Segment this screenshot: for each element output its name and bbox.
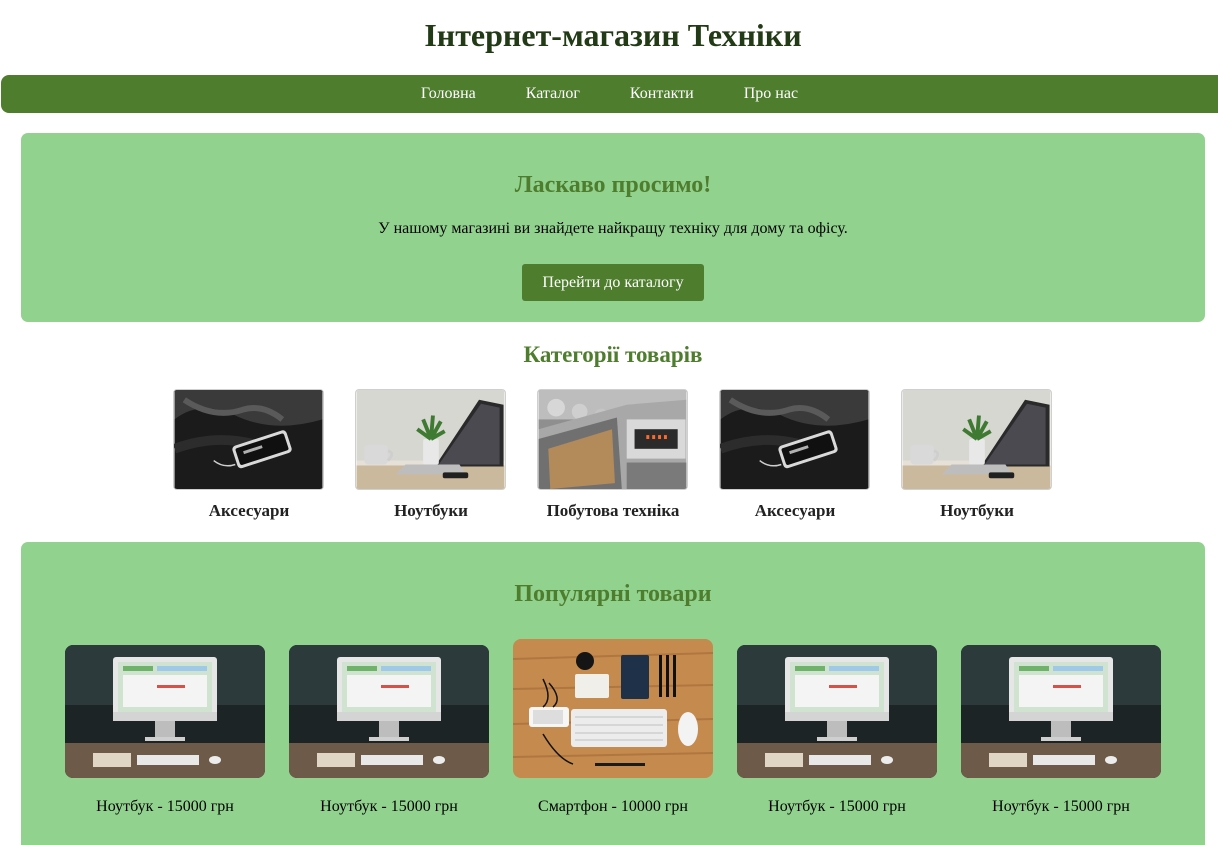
category-image-appliances	[537, 389, 688, 490]
go-to-catalog-button[interactable]: Перейти до каталогу	[522, 264, 704, 301]
site-title: Інтернет-магазин Техніки	[424, 17, 802, 53]
product-card-3[interactable]: Смартфон - 10000 грн	[513, 639, 713, 815]
category-label-accessories: Аксесуари	[208, 501, 290, 520]
welcome-section: Ласкаво просимо! У нашому магазині ви зн…	[21, 133, 1205, 322]
product-label-4: Ноутбук - 15000 грн	[768, 798, 906, 815]
product-card-5[interactable]: Ноутбук - 15000 грн	[961, 645, 1161, 815]
welcome-title: Ласкаво просимо!	[514, 172, 712, 198]
category-card-appliances[interactable]: Побутова техніка	[537, 389, 689, 521]
product-card-2[interactable]: Ноутбук - 15000 грн	[289, 645, 489, 815]
product-image-3	[513, 639, 713, 778]
product-card-4[interactable]: Ноутбук - 15000 грн	[737, 645, 937, 815]
category-image-accessories-2	[719, 389, 870, 490]
nav-link-about[interactable]: Про нас	[719, 85, 823, 103]
category-image-accessories	[173, 389, 324, 490]
product-label-1: Ноутбук - 15000 грн	[96, 798, 234, 815]
category-label-laptops: Ноутбуки	[394, 501, 468, 520]
category-card-accessories[interactable]: Аксесуари	[173, 389, 325, 521]
main-nav: Головна Каталог Контакти Про нас	[1, 75, 1218, 113]
category-label-laptops-2: Ноутбуки	[940, 501, 1014, 520]
product-label-2: Ноутбук - 15000 грн	[320, 798, 458, 815]
welcome-text: У нашому магазині ви знайдете найкращу т…	[378, 220, 848, 237]
nav-link-catalog[interactable]: Каталог	[501, 85, 605, 103]
product-label-3: Смартфон - 10000 грн	[538, 798, 688, 815]
product-image-4	[737, 645, 937, 778]
category-image-laptops	[355, 389, 506, 490]
category-card-laptops-2[interactable]: Ноутбуки	[901, 389, 1053, 521]
nav-link-home[interactable]: Головна	[396, 85, 501, 103]
product-image-1	[65, 645, 265, 778]
nav-link-contacts[interactable]: Контакти	[605, 85, 719, 103]
popular-products-title: Популярні товари	[514, 581, 712, 607]
category-label-accessories-2: Аксесуари	[754, 501, 836, 520]
product-image-5	[961, 645, 1161, 778]
product-image-2	[289, 645, 489, 778]
category-image-laptops-2	[901, 389, 1052, 490]
category-label-appliances: Побутова техніка	[546, 501, 680, 520]
categories-heading: Категорії товарів	[523, 342, 703, 367]
category-card-laptops[interactable]: Ноутбуки	[355, 389, 507, 521]
product-card-1[interactable]: Ноутбук - 15000 грн	[65, 645, 265, 815]
product-label-5: Ноутбук - 15000 грн	[992, 798, 1130, 815]
category-card-accessories-2[interactable]: Аксесуари	[719, 389, 871, 521]
